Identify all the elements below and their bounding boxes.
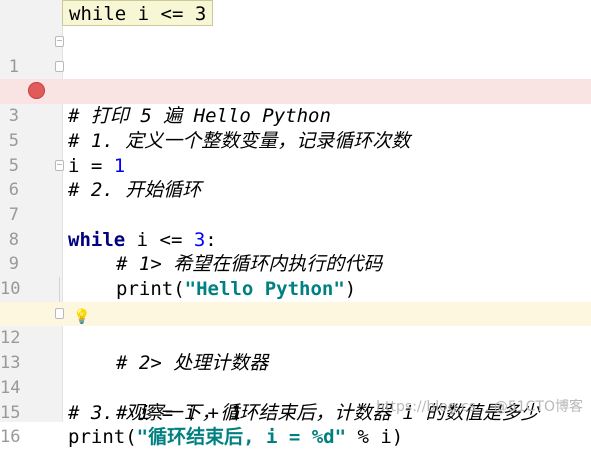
code-line-4[interactable]: 5 xyxy=(0,104,591,151)
code-line-1[interactable]: 1 # 打印 5 遍 Hello Python xyxy=(0,30,591,127)
code-line-11[interactable]: 11 # 2> 处理计数器 xyxy=(0,277,591,374)
code-line-8[interactable]: 8 # 1> 希望在循环内执行的代码 xyxy=(0,203,591,276)
fold-marker-icon[interactable] xyxy=(55,36,64,47)
fold-guide xyxy=(59,277,60,302)
code-token: print( xyxy=(68,426,137,449)
watermark: https://blog.cs... @51CTO博客 xyxy=(376,399,583,415)
breakpoint-icon[interactable] xyxy=(28,82,45,100)
code-line-7[interactable]: 7 xyxy=(0,178,591,225)
code-line-12[interactable]: 12 💡 # i = i + 1 xyxy=(0,301,591,424)
fold-marker-icon[interactable] xyxy=(55,159,64,171)
code-line-9[interactable]: 9 print("Hello Python") xyxy=(0,228,591,300)
code-line-10[interactable]: 10 xyxy=(0,252,591,299)
code-text: print("循环结束后, i = %d" % i) xyxy=(68,425,403,450)
code-line-13[interactable]: 13 xyxy=(0,326,591,373)
fold-marker-icon[interactable] xyxy=(55,307,64,319)
line-number: 16 xyxy=(0,427,21,448)
code-line-3[interactable]: 3 i = 1 xyxy=(0,79,591,177)
code-line-6[interactable]: 6 while i <= 3: xyxy=(0,154,591,251)
code-line-2[interactable]: 2 # 1. 定义一个整数变量，记录循环次数 xyxy=(0,55,591,152)
breadcrumb-tooltip: while i <= 3 xyxy=(62,0,214,26)
code-line-14[interactable]: 14 # 3. 观察一下，循环结束后，计数器 i 的数值是多少 xyxy=(0,351,591,424)
code-token-string: "循环结束后, i = %d" xyxy=(136,426,347,449)
code-token: % i) xyxy=(346,426,404,449)
fold-marker-icon[interactable] xyxy=(55,60,64,72)
code-line-5[interactable]: 5 # 2. 开始循环 xyxy=(0,129,591,202)
